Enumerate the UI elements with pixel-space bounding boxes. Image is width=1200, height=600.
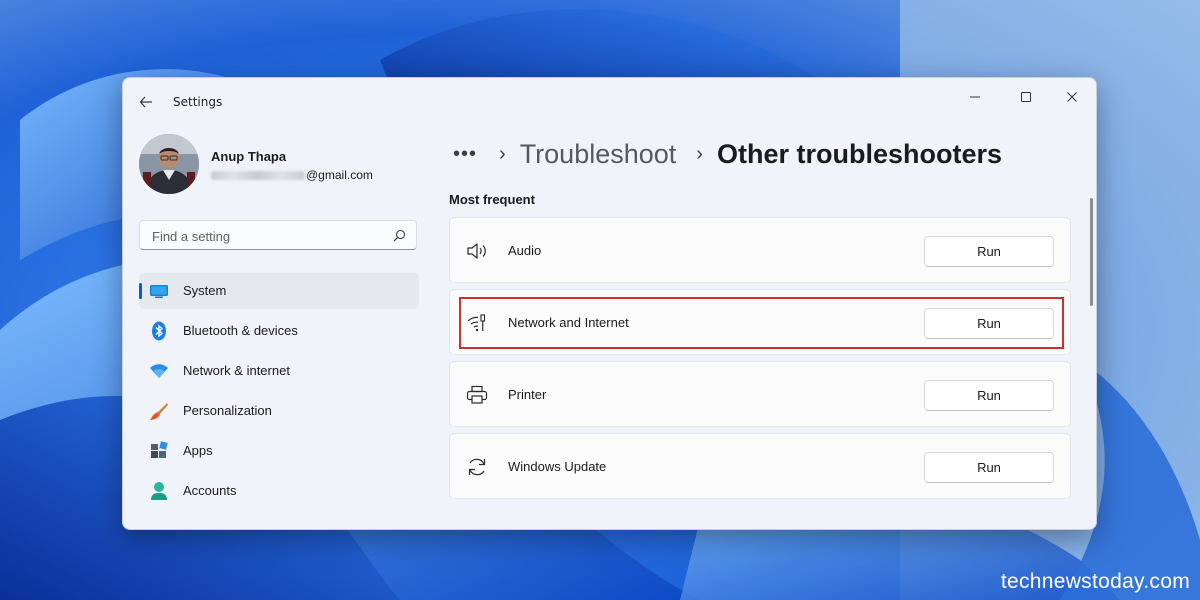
breadcrumb-link-troubleshoot[interactable]: Troubleshoot — [520, 139, 677, 170]
breadcrumb: ••• › Troubleshoot › Other troubleshoote… — [453, 136, 1002, 172]
sidebar-item-label: System — [183, 283, 227, 298]
user-email: @gmail.com — [211, 168, 373, 182]
user-photo — [139, 134, 199, 194]
sidebar-item-bluetooth[interactable]: Bluetooth & devices — [139, 313, 419, 349]
watermark: technewstoday.com — [1000, 570, 1190, 593]
minimize-icon — [970, 96, 980, 98]
account-icon — [149, 481, 169, 501]
troubleshooter-label: Network and Internet — [508, 315, 629, 330]
close-button[interactable] — [1049, 82, 1095, 112]
close-icon — [1067, 92, 1077, 102]
sidebar-item-label: Apps — [183, 443, 213, 458]
sidebar-item-system[interactable]: System — [139, 273, 419, 309]
page-title: Other troubleshooters — [716, 138, 1002, 169]
title-bar: Settings — [123, 78, 1096, 124]
update-icon — [466, 456, 488, 478]
sidebar-nav: System Bluetooth & devices Network & int… — [139, 273, 419, 513]
breadcrumb-separator: › — [696, 142, 703, 165]
troubleshooter-row-windows-update: Windows Update Run — [449, 433, 1071, 499]
run-windows-update-troubleshooter-button[interactable]: Run — [924, 452, 1054, 483]
troubleshooter-row-audio: Audio Run — [449, 217, 1071, 283]
breadcrumb-overflow-button[interactable]: ••• — [453, 143, 477, 166]
back-button[interactable] — [135, 91, 157, 113]
brush-icon — [149, 401, 169, 421]
troubleshooter-label: Printer — [508, 387, 547, 402]
run-network-troubleshooter-button[interactable]: Run — [924, 308, 1054, 339]
app-title: Settings — [173, 95, 223, 109]
sidebar-item-label: Personalization — [183, 403, 272, 418]
maximize-button[interactable] — [1003, 82, 1049, 112]
troubleshooter-row-printer: Printer Run — [449, 361, 1071, 427]
search-box[interactable] — [139, 220, 417, 250]
scrollbar-thumb[interactable] — [1090, 198, 1093, 306]
avatar[interactable] — [139, 134, 199, 194]
sidebar-item-label: Bluetooth & devices — [183, 323, 298, 338]
run-printer-troubleshooter-button[interactable]: Run — [924, 380, 1054, 411]
sidebar-item-label: Network & internet — [183, 363, 290, 378]
troubleshooter-label: Audio — [508, 243, 542, 258]
section-title: Most frequent — [449, 192, 535, 207]
minimize-button[interactable] — [952, 82, 998, 112]
sidebar-item-label: Accounts — [183, 483, 237, 498]
troubleshooter-row-network: Network and Internet Run — [449, 289, 1071, 355]
system-icon — [149, 281, 169, 301]
settings-window: Settings Anup Thapa @gmail.com Find a se… — [122, 77, 1097, 530]
email-domain: @gmail.com — [306, 168, 373, 182]
breadcrumb-separator: › — [499, 142, 506, 165]
troubleshooter-list: Audio Run Network and Internet Run Print… — [449, 217, 1071, 505]
search-icon[interactable] — [393, 229, 406, 242]
sidebar-item-accounts[interactable]: Accounts — [139, 473, 419, 509]
sidebar-item-personalization[interactable]: Personalization — [139, 393, 419, 429]
back-arrow-icon — [139, 96, 152, 108]
maximize-icon — [1021, 92, 1031, 102]
network-icon — [466, 312, 488, 334]
wifi-icon — [149, 361, 169, 381]
search-input[interactable] — [150, 226, 384, 246]
sidebar-item-apps[interactable]: Apps — [139, 433, 419, 469]
email-redaction — [211, 171, 305, 181]
printer-icon — [466, 384, 488, 406]
run-audio-troubleshooter-button[interactable]: Run — [924, 236, 1054, 267]
troubleshooter-label: Windows Update — [508, 459, 607, 474]
speaker-icon — [466, 240, 488, 262]
bluetooth-icon — [149, 321, 169, 341]
sidebar-item-network[interactable]: Network & internet — [139, 353, 419, 389]
user-name: Anup Thapa — [211, 149, 287, 164]
apps-icon — [149, 441, 169, 461]
